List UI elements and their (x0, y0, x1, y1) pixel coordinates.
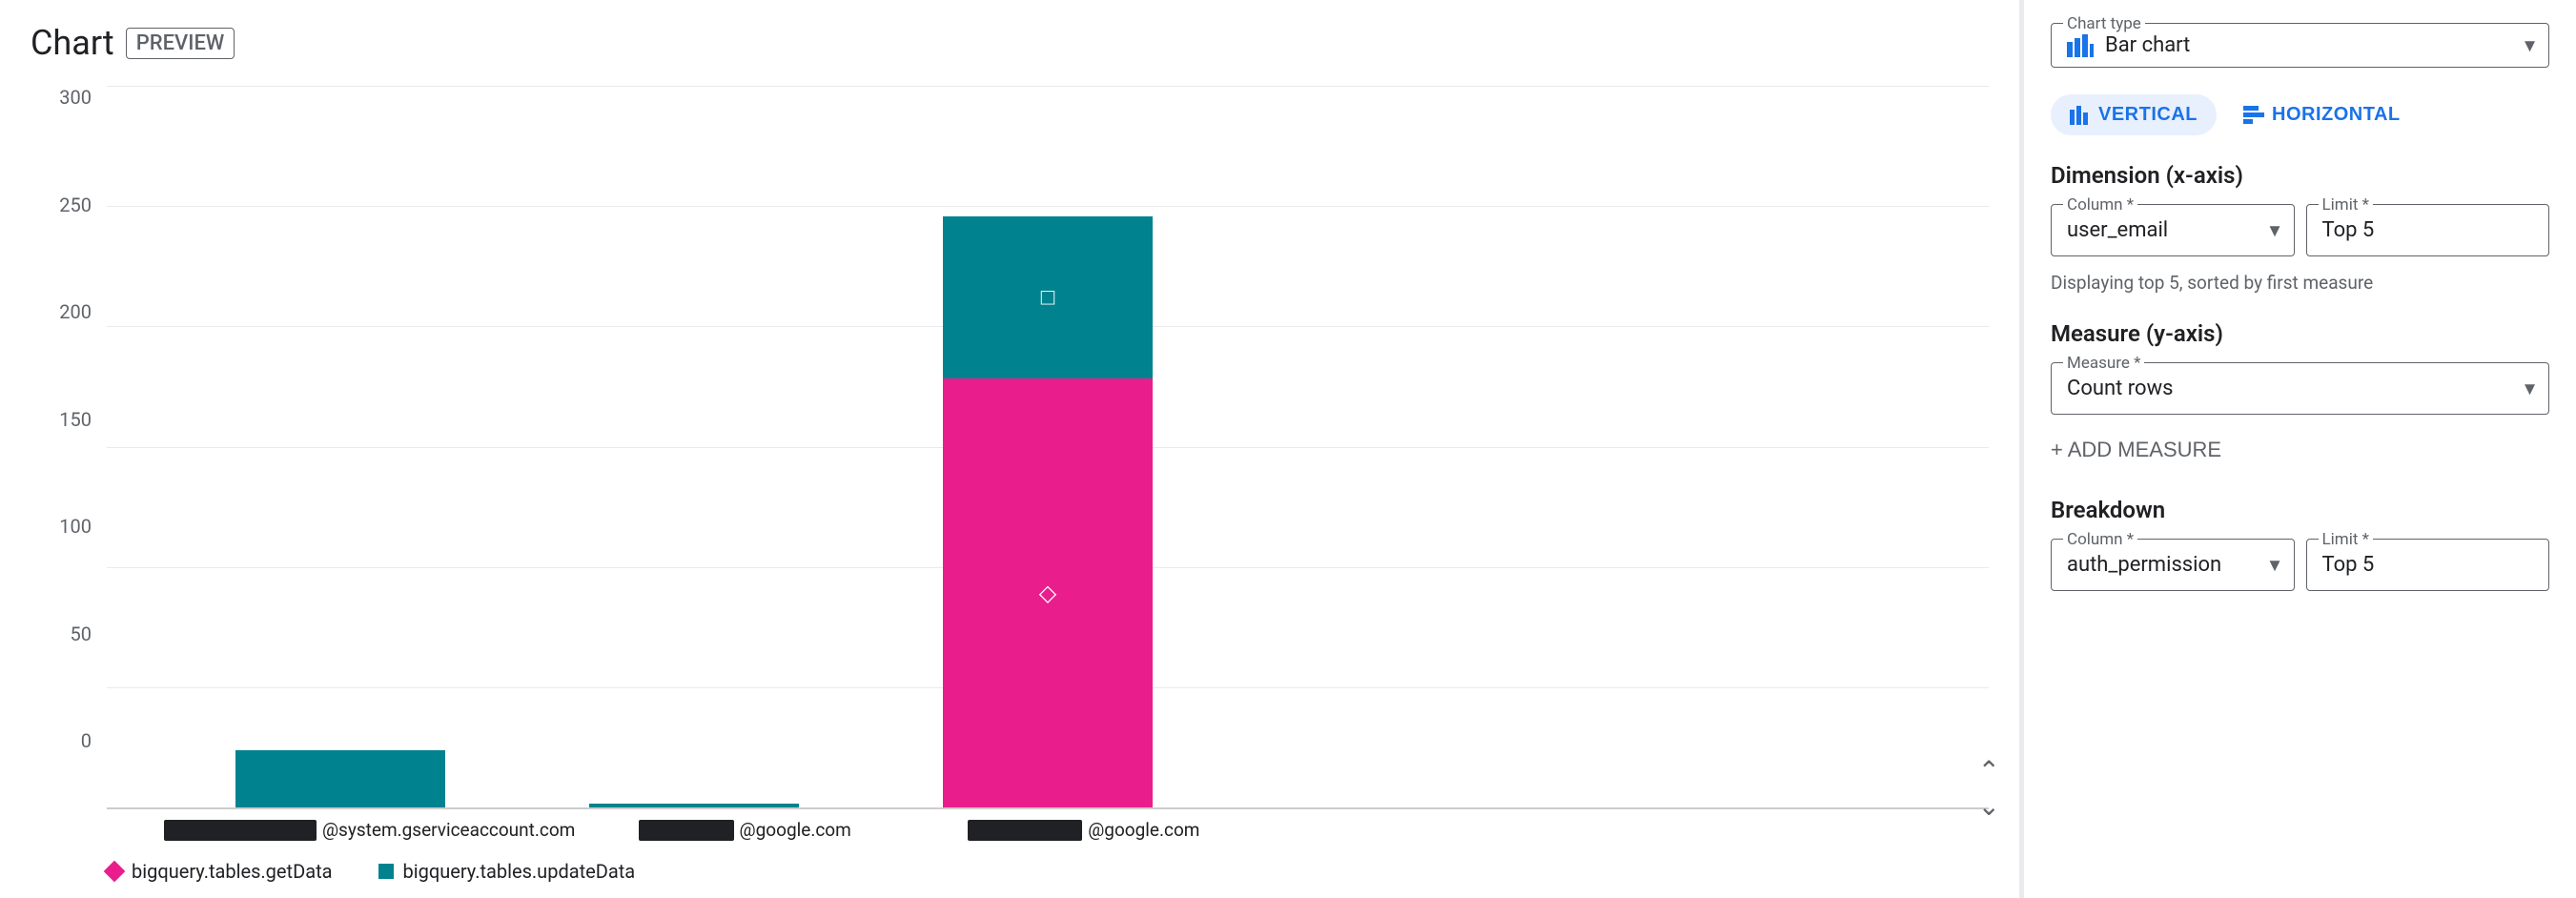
chart-legend: bigquery.tables.getData bigquery.tables.… (31, 841, 1989, 898)
hint-text: Displaying top 5, sorted by first measur… (2051, 272, 2549, 294)
measure-value: Count rows (2067, 377, 2173, 400)
y-axis-50: 50 (71, 622, 92, 645)
y-axis-150: 150 (59, 408, 92, 431)
x-axis: @system.gserviceaccount.com @google.com … (31, 809, 1989, 841)
measure-field: Measure * Count rows ▾ (2051, 362, 2549, 415)
x-label-group-3: @google.com (914, 809, 1254, 841)
chart-body: ◇ □ (107, 86, 1989, 809)
add-measure-button[interactable]: + ADD MEASURE (2051, 430, 2221, 470)
redacted-1 (164, 820, 317, 841)
measure-field-label: Measure * (2063, 354, 2144, 373)
measure-title: Measure (y-axis) (2051, 320, 2549, 347)
horizontal-bar-icon (2243, 106, 2264, 125)
preview-badge: PREVIEW (126, 28, 235, 59)
y-axis: 300 250 200 150 100 50 0 (31, 86, 107, 809)
breakdown-limit-field: Limit * Top 5 (2306, 539, 2550, 591)
limit-field: Limit * Top 5 (2306, 204, 2550, 256)
chart-header: Chart PREVIEW (31, 23, 1989, 63)
legend-diamond-icon (104, 861, 126, 883)
bars-container: ◇ □ (107, 86, 1989, 807)
redacted-3 (968, 820, 1082, 841)
bar-group-2 (518, 804, 871, 807)
limit-value: Top 5 (2322, 218, 2375, 242)
vertical-bar-icon (2070, 106, 2091, 125)
breakdown-field-row: Column * auth_permission ▾ Limit * Top 5 (2051, 539, 2549, 591)
bar-teal-3: □ (943, 216, 1153, 378)
vertical-button[interactable]: VERTICAL (2051, 94, 2217, 135)
horizontal-button[interactable]: HORIZONTAL (2224, 94, 2420, 135)
bar-icon-square: □ (1041, 284, 1055, 312)
x-label-2: @google.com (639, 819, 851, 841)
y-axis-200: 200 (59, 300, 92, 323)
y-axis-300: 300 (59, 86, 92, 109)
dimension-field-row: Column * user_email ▾ Limit * Top 5 (2051, 204, 2549, 256)
chevron-up-icon[interactable]: ⌃ (1978, 755, 2000, 786)
chart-type-field: Chart type Bar chart ▾ (2051, 23, 2549, 68)
x-label-suffix-3: @google.com (1088, 819, 1199, 841)
x-label-group-4 (1254, 809, 1593, 841)
y-axis-0: 0 (81, 729, 92, 752)
breakdown-limit-value: Top 5 (2322, 553, 2375, 577)
x-label-1: @system.gserviceaccount.com (164, 819, 575, 841)
bar-icon-diamond: ◇ (1039, 580, 1056, 606)
bar-pink-3: ◇ (943, 378, 1153, 807)
chart-plot: 300 250 200 150 100 50 0 (31, 86, 1989, 809)
x-label-suffix-1: @system.gserviceaccount.com (322, 819, 575, 841)
bar-group-3: ◇ □ (871, 216, 1225, 807)
scroll-indicator[interactable]: ⌃ ⌄ (1978, 755, 2000, 822)
bar-stack-2 (589, 804, 799, 807)
chart-area: Chart PREVIEW 300 250 200 150 100 50 0 (0, 0, 2019, 898)
bar-teal-2 (589, 804, 799, 807)
bar-group-1 (164, 750, 518, 807)
bar-stack-3: ◇ □ (943, 216, 1153, 807)
x-label-3: @google.com (968, 819, 1199, 841)
y-axis-250: 250 (59, 194, 92, 216)
bar-teal-1 (235, 750, 445, 807)
chart-container: 300 250 200 150 100 50 0 (31, 86, 1989, 898)
legend-label-teal: bigquery.tables.updateData (403, 860, 636, 883)
breakdown-column-value: auth_permission (2067, 553, 2221, 577)
bar-stack-1 (235, 750, 445, 807)
redacted-2 (639, 820, 734, 841)
chevron-down-icon[interactable]: ⌄ (1978, 790, 2000, 822)
breakdown-limit-label: Limit * (2319, 530, 2373, 549)
chart-type-value: Bar chart (2105, 33, 2506, 57)
breakdown-title: Breakdown (2051, 497, 2549, 523)
legend-square-icon (378, 864, 394, 879)
vertical-label: VERTICAL (2098, 104, 2198, 126)
dimension-section: Dimension (x-axis) Column * user_email ▾… (2051, 162, 2549, 294)
right-panel: Chart type Bar chart ▾ VERT (2023, 0, 2576, 898)
orientation-buttons: VERTICAL HORIZONTAL (2051, 94, 2549, 135)
chart-type-section: Chart type Bar chart ▾ (2051, 23, 2549, 68)
column-field-label: Column * (2063, 195, 2137, 214)
y-axis-100: 100 (59, 515, 92, 538)
column-value: user_email (2067, 218, 2168, 242)
breakdown-column-label: Column * (2063, 530, 2137, 549)
dimension-title: Dimension (x-axis) (2051, 162, 2549, 189)
legend-item-pink: bigquery.tables.getData (107, 860, 333, 883)
legend-item-teal: bigquery.tables.updateData (378, 860, 636, 883)
bar-chart-icon (2067, 34, 2094, 57)
chart-title: Chart (31, 23, 114, 63)
limit-field-label: Limit * (2319, 195, 2373, 214)
x-label-group-1: @system.gserviceaccount.com (164, 809, 575, 841)
legend-label-pink: bigquery.tables.getData (132, 860, 333, 883)
breakdown-column-field: Column * auth_permission ▾ (2051, 539, 2295, 591)
add-measure-label: + ADD MEASURE (2051, 438, 2221, 462)
column-field: Column * user_email ▾ (2051, 204, 2295, 256)
horizontal-label: HORIZONTAL (2272, 104, 2401, 126)
measure-section: Measure (y-axis) Measure * Count rows ▾ … (2051, 320, 2549, 470)
x-label-group-2: @google.com (575, 809, 914, 841)
x-label-group-5 (1592, 809, 1932, 841)
chart-type-label: Chart type (2063, 14, 2145, 33)
x-label-suffix-2: @google.com (740, 819, 851, 841)
breakdown-section: Breakdown Column * auth_permission ▾ Lim… (2051, 497, 2549, 591)
